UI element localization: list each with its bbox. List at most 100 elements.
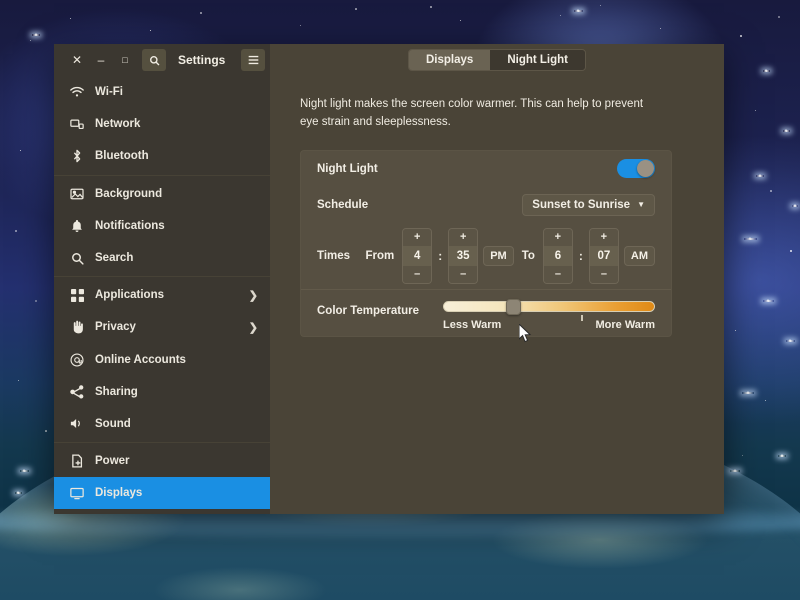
night-light-row: Night Light (301, 151, 671, 187)
hamburger-menu-icon[interactable] (241, 49, 265, 71)
search-icon[interactable] (142, 49, 166, 71)
schedule-control: Sunset to Sunrise ▼ (522, 194, 655, 216)
star (790, 250, 792, 252)
star-sparkle (756, 175, 764, 177)
sidebar-item-search[interactable]: Search (54, 242, 270, 274)
schedule-label: Schedule (317, 199, 368, 211)
to-minute-increment-button[interactable]: + (590, 229, 618, 246)
to-meridiem-button[interactable]: AM (624, 246, 655, 266)
sidebar-separator (54, 276, 270, 277)
from-minute-increment-button[interactable]: + (449, 229, 477, 246)
color-temperature-slider-handle[interactable] (506, 299, 521, 315)
titlebar-left-section: ✕ – □ Settings (54, 44, 270, 76)
minimize-icon[interactable]: – (90, 49, 112, 71)
star (300, 25, 301, 26)
search-icon (68, 250, 86, 266)
settings-sidebar[interactable]: Wi-Fi Network Bluetooth Background Notificat… (54, 76, 270, 514)
schedule-dropdown[interactable]: Sunset to Sunrise ▼ (522, 194, 655, 216)
times-label: Times (317, 250, 350, 262)
star-sparkle (792, 205, 798, 207)
star-sparkle (574, 10, 583, 12)
from-minute-stepper[interactable]: + 35 – (448, 228, 478, 284)
star (660, 28, 661, 29)
sidebar-item-label: Bluetooth (95, 150, 149, 162)
from-hour-decrement-button[interactable]: – (403, 266, 431, 283)
sidebar-item-wi-fi[interactable]: Wi-Fi (54, 76, 270, 108)
sidebar-separator (54, 175, 270, 176)
night-light-label: Night Light (317, 163, 378, 175)
star-sparkle (742, 392, 754, 394)
sidebar-item-power[interactable]: Power (54, 445, 270, 477)
star (460, 20, 461, 21)
star (735, 330, 736, 331)
online-accounts-icon (68, 352, 86, 368)
from-label: From (365, 250, 394, 262)
from-hour-stepper[interactable]: + 4 – (402, 228, 432, 284)
slider-labels: Less Warm More Warm (443, 319, 655, 331)
schedule-value: Sunset to Sunrise (532, 199, 630, 211)
to-time-separator: : (579, 249, 583, 263)
star-sparkle (32, 34, 40, 36)
sidebar-item-privacy[interactable]: Privacy❯ (54, 311, 270, 343)
close-icon[interactable]: ✕ (66, 49, 88, 71)
sidebar-item-online-accounts[interactable]: Online Accounts (54, 344, 270, 376)
sidebar-item-label: Privacy (95, 321, 136, 333)
night-light-toggle[interactable] (617, 159, 655, 178)
color-temperature-slider[interactable] (443, 301, 655, 312)
star (20, 150, 21, 151)
slider-min-label: Less Warm (443, 319, 501, 331)
tab-displays[interactable]: Displays (409, 50, 490, 70)
to-hour-stepper[interactable]: + 6 – (543, 228, 573, 284)
star-sparkle (783, 130, 790, 132)
from-time-separator: : (438, 249, 442, 263)
bluetooth-icon (68, 148, 86, 164)
sidebar-item-label: Network (95, 118, 140, 130)
desktop-wallpaper: ✕ – □ Settings (0, 0, 800, 600)
star-sparkle (15, 492, 22, 494)
from-minute-value[interactable]: 35 (449, 246, 477, 266)
sidebar-item-applications[interactable]: Applications❯ (54, 279, 270, 311)
color-temperature-label: Color Temperature (317, 305, 419, 317)
star (560, 15, 561, 16)
to-minute-value[interactable]: 07 (590, 246, 618, 266)
displays-icon (68, 485, 86, 501)
applications-icon (68, 287, 86, 303)
from-hour-increment-button[interactable]: + (403, 229, 431, 246)
times-row: Times From + 4 – : + 35 (301, 223, 671, 289)
sidebar-item-label: Wi-Fi (95, 86, 123, 98)
sidebar-item-notifications[interactable]: Notifications (54, 210, 270, 242)
to-hour-decrement-button[interactable]: – (544, 266, 572, 283)
view-tabs: Displays Night Light (408, 49, 586, 71)
sidebar-item-displays[interactable]: Displays (54, 477, 270, 509)
star (600, 5, 601, 6)
star (200, 12, 202, 14)
from-hour-value[interactable]: 4 (403, 246, 431, 266)
star (18, 380, 19, 381)
sidebar-item-sound[interactable]: Sound (54, 408, 270, 440)
sidebar-item-background[interactable]: Background (54, 178, 270, 210)
sound-icon (68, 416, 86, 432)
sidebar-item-label: Notifications (95, 220, 165, 232)
sidebar-item-bluetooth[interactable]: Bluetooth (54, 140, 270, 172)
to-hour-increment-button[interactable]: + (544, 229, 572, 246)
page-title: Settings (178, 53, 225, 67)
to-hour-value[interactable]: 6 (544, 246, 572, 266)
star (70, 18, 71, 19)
from-meridiem-button[interactable]: PM (483, 246, 514, 266)
from-minute-decrement-button[interactable]: – (449, 266, 477, 283)
notifications-icon (68, 218, 86, 234)
tab-night-light[interactable]: Night Light (490, 50, 585, 70)
sidebar-item-label: Sharing (95, 386, 138, 398)
to-minute-stepper[interactable]: + 07 – (589, 228, 619, 284)
sidebar-item-sharing[interactable]: Sharing (54, 376, 270, 408)
sidebar-item-mouse-and-touchpad[interactable]: Mouse & Touchpad (54, 509, 270, 514)
night-light-panel: Night light makes the screen color warme… (270, 76, 724, 514)
to-minute-decrement-button[interactable]: – (590, 266, 618, 283)
star (742, 455, 743, 456)
color-temperature-row: Color Temperature Less Warm More Warm (301, 290, 671, 336)
sidebar-item-network[interactable]: Network (54, 108, 270, 140)
color-temperature-tick-mark (581, 315, 583, 321)
power-icon (68, 453, 86, 469)
maximize-icon[interactable]: □ (114, 49, 136, 71)
sidebar-separator (54, 442, 270, 443)
